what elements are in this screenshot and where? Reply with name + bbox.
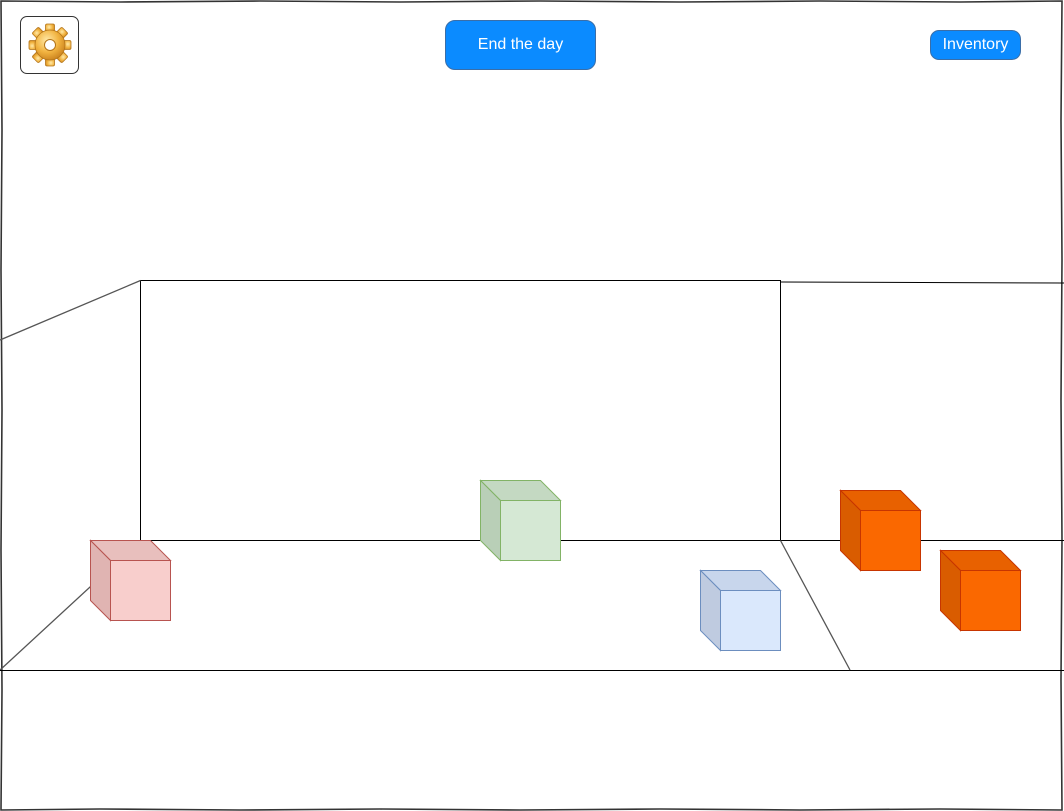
inventory-button[interactable]: Inventory (930, 30, 1021, 60)
frame-border (0, 0, 1063, 811)
left-wall-top-edge (0, 279, 141, 341)
right-wall-top (780, 281, 1064, 284)
blue-box[interactable] (699, 569, 782, 652)
settings-button[interactable] (20, 16, 79, 74)
orange-box-2-front (960, 570, 1021, 631)
blue-box-front (720, 590, 781, 651)
end-day-label: End the day (477, 36, 564, 53)
end-day-button[interactable]: End the day (445, 20, 596, 70)
room-scene (0, 0, 1064, 811)
back-wall (140, 280, 781, 541)
gear-icon (28, 23, 71, 67)
green-box-front (500, 500, 561, 561)
inventory-label: Inventory (942, 36, 1009, 53)
green-box[interactable] (479, 479, 562, 562)
game-stage: End the day Inventory (0, 0, 1064, 811)
orange-box-1[interactable] (839, 489, 922, 572)
right-divider-diagonal (779, 540, 851, 671)
orange-box-2[interactable] (939, 549, 1022, 632)
red-box-front (110, 560, 171, 621)
orange-box-1-front (860, 510, 921, 571)
red-box[interactable] (89, 539, 172, 622)
